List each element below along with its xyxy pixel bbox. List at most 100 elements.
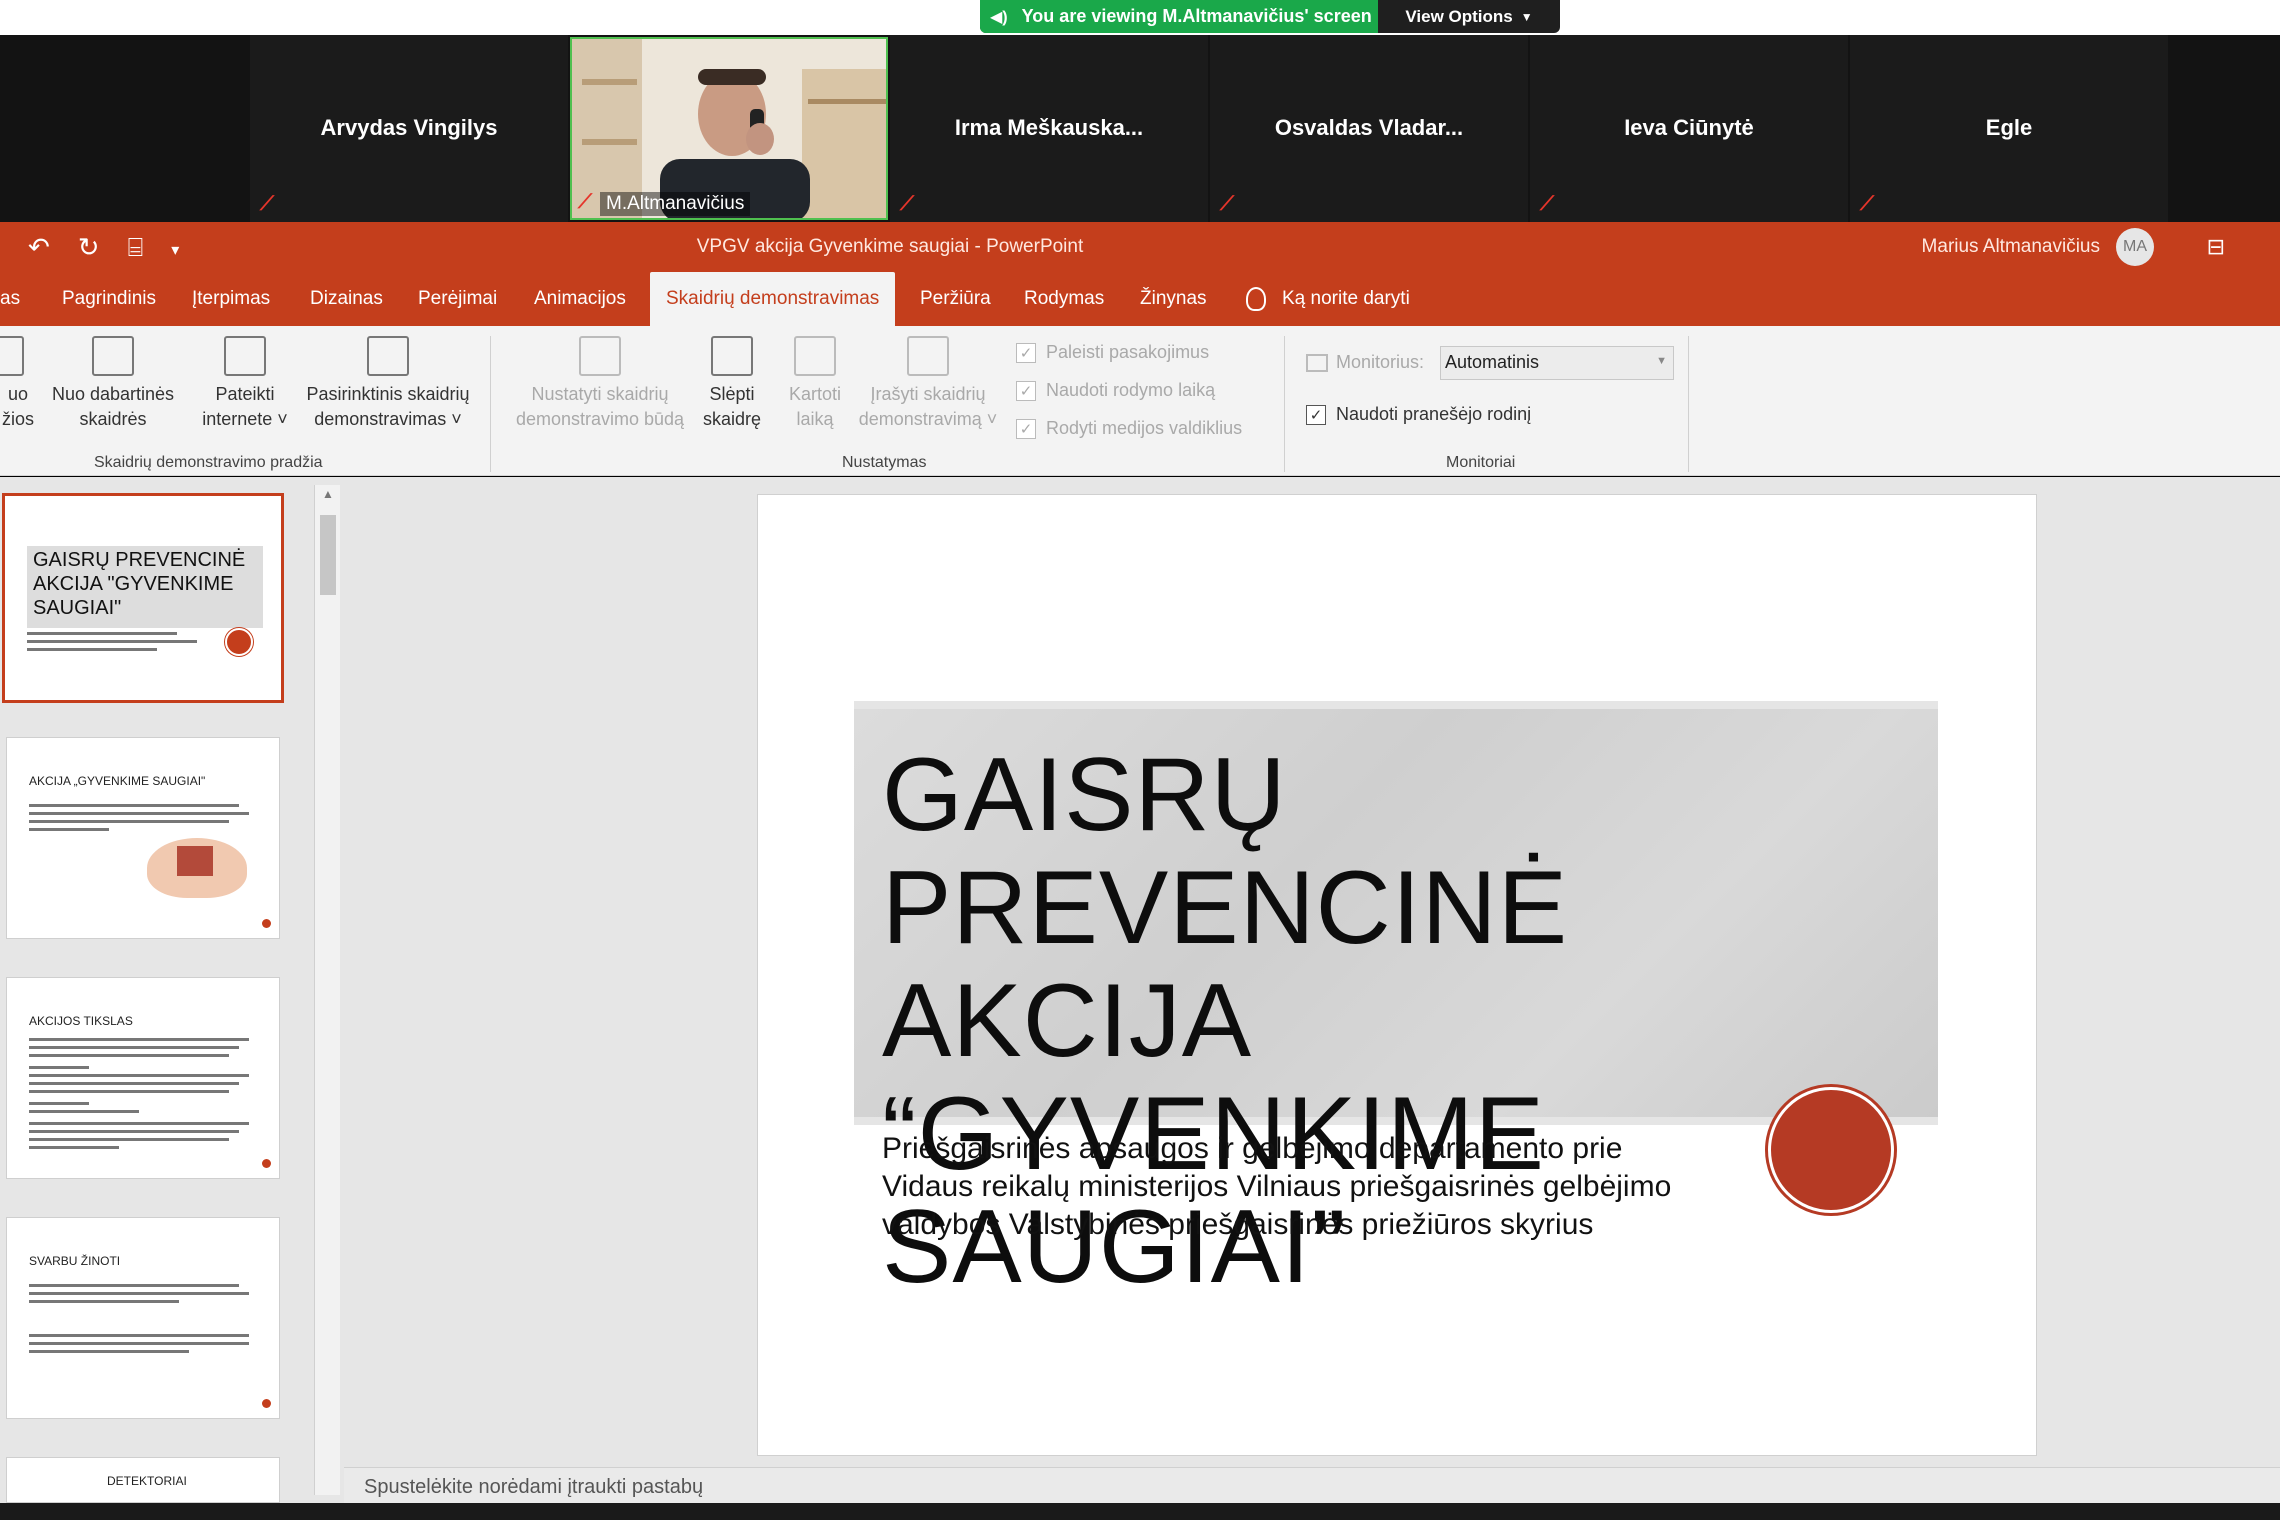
participant-name: Egle bbox=[1985, 115, 2033, 140]
ribbon-tabs: as Pagrindinis Įterpimas Dizainas Perėji… bbox=[0, 272, 2280, 326]
hide-slide-button[interactable]: Slėpti skaidrę bbox=[696, 336, 768, 432]
participant-name: Osvaldas Vladar... bbox=[1274, 115, 1464, 140]
rehearse-line2: laiką bbox=[796, 409, 834, 429]
thumb-title: SVARBU ŽINOTI bbox=[29, 1254, 121, 1268]
thumbnails-scrollbar[interactable]: ▲ bbox=[314, 485, 340, 1495]
rehearse-line1: Kartoti bbox=[788, 384, 842, 404]
slide-thumbnail-3[interactable]: AKCIJOS TIKSLAS bbox=[6, 977, 280, 1179]
user-name[interactable]: Marius Altmanavičius bbox=[1922, 236, 2100, 258]
from-beginning-line1: uo bbox=[7, 384, 29, 404]
participant-name: M.Altmanavičius bbox=[600, 192, 751, 216]
participant-tile[interactable]: Osvaldas Vladar... ⟋ bbox=[1210, 35, 1528, 222]
setup-line2: demonstravimo būdą bbox=[515, 409, 685, 429]
thumb-red-circle bbox=[225, 628, 253, 656]
thumb-text-line bbox=[29, 1046, 239, 1049]
tab-view[interactable]: Rodymas bbox=[1024, 272, 1104, 326]
thumb-title: DETEKTORIAI bbox=[107, 1474, 187, 1488]
zoom-bottom-toolbar bbox=[0, 1503, 2280, 1520]
participant-tile[interactable]: Ieva Ciūnytė ⟋ bbox=[1530, 35, 1848, 222]
decorative-red-circle bbox=[1768, 1087, 1894, 1213]
participant-video-tile[interactable]: ⟋ M.Altmanavičius bbox=[570, 37, 888, 220]
notes-pane[interactable]: Spustelėkite norėdami įtraukti pastabų bbox=[344, 1467, 2280, 1503]
house-icon bbox=[177, 846, 213, 876]
custom-slideshow-icon bbox=[367, 336, 409, 376]
rehearse-timings-button[interactable]: Kartoti laiką bbox=[770, 336, 860, 432]
thumb-text-line bbox=[29, 1054, 229, 1057]
record-slideshow-button[interactable]: Įrašyti skaidrių demonstravimą ˅ bbox=[848, 336, 1008, 432]
presenter-view-checkbox[interactable]: ✓ Naudoti pranešėjo rodinį bbox=[1306, 404, 1531, 425]
thumb-text-line bbox=[29, 828, 109, 831]
thumb-text-line bbox=[29, 1066, 89, 1069]
checkbox-checked-icon: ✓ bbox=[1016, 418, 1036, 439]
timer-icon bbox=[794, 336, 836, 376]
group-label-start: Skaidrių demonstravimo pradžia bbox=[94, 454, 323, 471]
tab-transitions[interactable]: Perėjimai bbox=[418, 272, 497, 326]
slide-thumbnail-4[interactable]: SVARBU ŽINOTI bbox=[6, 1217, 280, 1419]
participant-name: Irma Meškauska... bbox=[954, 115, 1144, 140]
tab-home[interactable]: Pagrindinis bbox=[62, 272, 156, 326]
from-current-line1: Nuo dabartinės bbox=[51, 384, 175, 404]
show-media-controls-checkbox[interactable]: ✓ Rodyti medijos valdiklius bbox=[1016, 418, 1242, 439]
mic-muted-icon: ⟋ bbox=[1860, 193, 1874, 215]
thumb-title: GAISRŲ PREVENCINĖ AKCIJA "GYVENKIME SAUG… bbox=[33, 549, 246, 619]
hide-slide-line2: skaidrę bbox=[702, 409, 762, 429]
thumb-text-line bbox=[29, 804, 239, 807]
scrollbar-thumb[interactable] bbox=[320, 515, 336, 595]
hide-slide-icon bbox=[711, 336, 753, 376]
tab-slideshow[interactable]: Skaidrių demonstravimas bbox=[650, 272, 896, 326]
thumb-red-dot bbox=[262, 1159, 271, 1168]
view-options-label: View Options bbox=[1405, 6, 1513, 26]
slide-thumbnail-2[interactable]: AKCIJA „GYVENKIME SAUGIAI" bbox=[6, 737, 280, 939]
hide-slide-line1: Slėpti bbox=[709, 384, 755, 404]
participant-tile[interactable]: Irma Meškauska... ⟋ bbox=[890, 35, 1208, 222]
tell-me-search[interactable]: Ką norite daryti bbox=[1246, 272, 1410, 326]
thumb-red-dot bbox=[262, 1399, 271, 1408]
participant-tile[interactable]: Egle ⟋ bbox=[1850, 35, 2168, 222]
avatar[interactable]: MA bbox=[2116, 228, 2154, 266]
tab-insert[interactable]: Įterpimas bbox=[192, 272, 270, 326]
thumb-text-line bbox=[29, 1122, 249, 1125]
custom-slideshow-button[interactable]: Pasirinktinis skaidrių demonstravimas ˅ bbox=[296, 336, 480, 432]
thumb-text-line bbox=[29, 1130, 239, 1133]
group-label-monitors: Monitoriai bbox=[1446, 454, 1516, 471]
thumb-text-line bbox=[29, 1300, 179, 1303]
from-beginning-button[interactable]: uo žios bbox=[0, 336, 42, 432]
use-timings-checkbox[interactable]: ✓ Naudoti rodymo laiką bbox=[1016, 380, 1215, 401]
present-online-button[interactable]: Pateikti internete ˅ bbox=[190, 336, 300, 432]
thumb-text-line bbox=[29, 1292, 249, 1295]
slide-thumbnail-5[interactable]: DETEKTORIAI bbox=[6, 1457, 280, 1503]
group-label-setup: Nustatymas bbox=[842, 454, 927, 471]
tab-file[interactable]: as bbox=[0, 272, 20, 326]
monitor-icon bbox=[1306, 353, 1328, 372]
monitor-label-text: Monitorius: bbox=[1336, 352, 1425, 372]
thumb-text-line bbox=[29, 1110, 139, 1113]
thumb-text-line bbox=[29, 1090, 229, 1093]
play-narrations-checkbox[interactable]: ✓ Paleisti pasakojimus bbox=[1016, 342, 1209, 363]
use-timings-label: Naudoti rodymo laiką bbox=[1046, 380, 1216, 400]
thumb-text-line bbox=[29, 1138, 229, 1141]
scroll-up-icon[interactable]: ▲ bbox=[322, 487, 334, 501]
tab-review[interactable]: Peržiūra bbox=[920, 272, 991, 326]
thumb-text-line bbox=[29, 1082, 239, 1085]
viewing-screen-text: You are viewing M.Altmanavičius' screen bbox=[1021, 6, 1372, 26]
setup-slideshow-button[interactable]: Nustatyti skaidrių demonstravimo būdą bbox=[500, 336, 700, 432]
from-beginning-line2: žios bbox=[1, 409, 34, 429]
thumb-text-line bbox=[29, 1342, 249, 1345]
slide-canvas[interactable]: GAISRŲ PREVENCINĖ AKCIJA “GYVENKIME SAUG… bbox=[758, 495, 2036, 1455]
participant-tile[interactable]: Arvydas Vingilys ⟋ bbox=[250, 35, 568, 222]
slide-thumbnail-1[interactable]: GAISRŲ PREVENCINĖ AKCIJA "GYVENKIME SAUG… bbox=[2, 493, 284, 703]
slide-subtitle[interactable]: Priešgaisrinės apsaugos ir gelbėjimo dep… bbox=[882, 1130, 1682, 1244]
tab-design[interactable]: Dizainas bbox=[310, 272, 383, 326]
present-online-line2: internete ˅ bbox=[202, 409, 288, 429]
monitor-select[interactable]: Automatinis ▼ bbox=[1440, 346, 1674, 380]
thumb-title: AKCIJOS TIKSLAS bbox=[29, 1014, 133, 1028]
thumb-text-line bbox=[29, 1334, 249, 1337]
thumb-text-line bbox=[29, 1074, 249, 1077]
tab-help[interactable]: Žinynas bbox=[1140, 272, 1207, 326]
from-current-slide-button[interactable]: Nuo dabartinės skaidrės bbox=[40, 336, 186, 432]
thumb-text-line bbox=[27, 640, 197, 643]
ribbon-display-options-icon[interactable]: ⊟ bbox=[2207, 234, 2225, 260]
tab-animations[interactable]: Animacijos bbox=[534, 272, 626, 326]
from-current-line2: skaidrės bbox=[79, 409, 147, 429]
view-options-button[interactable]: View Options ▼ bbox=[1378, 0, 1560, 33]
